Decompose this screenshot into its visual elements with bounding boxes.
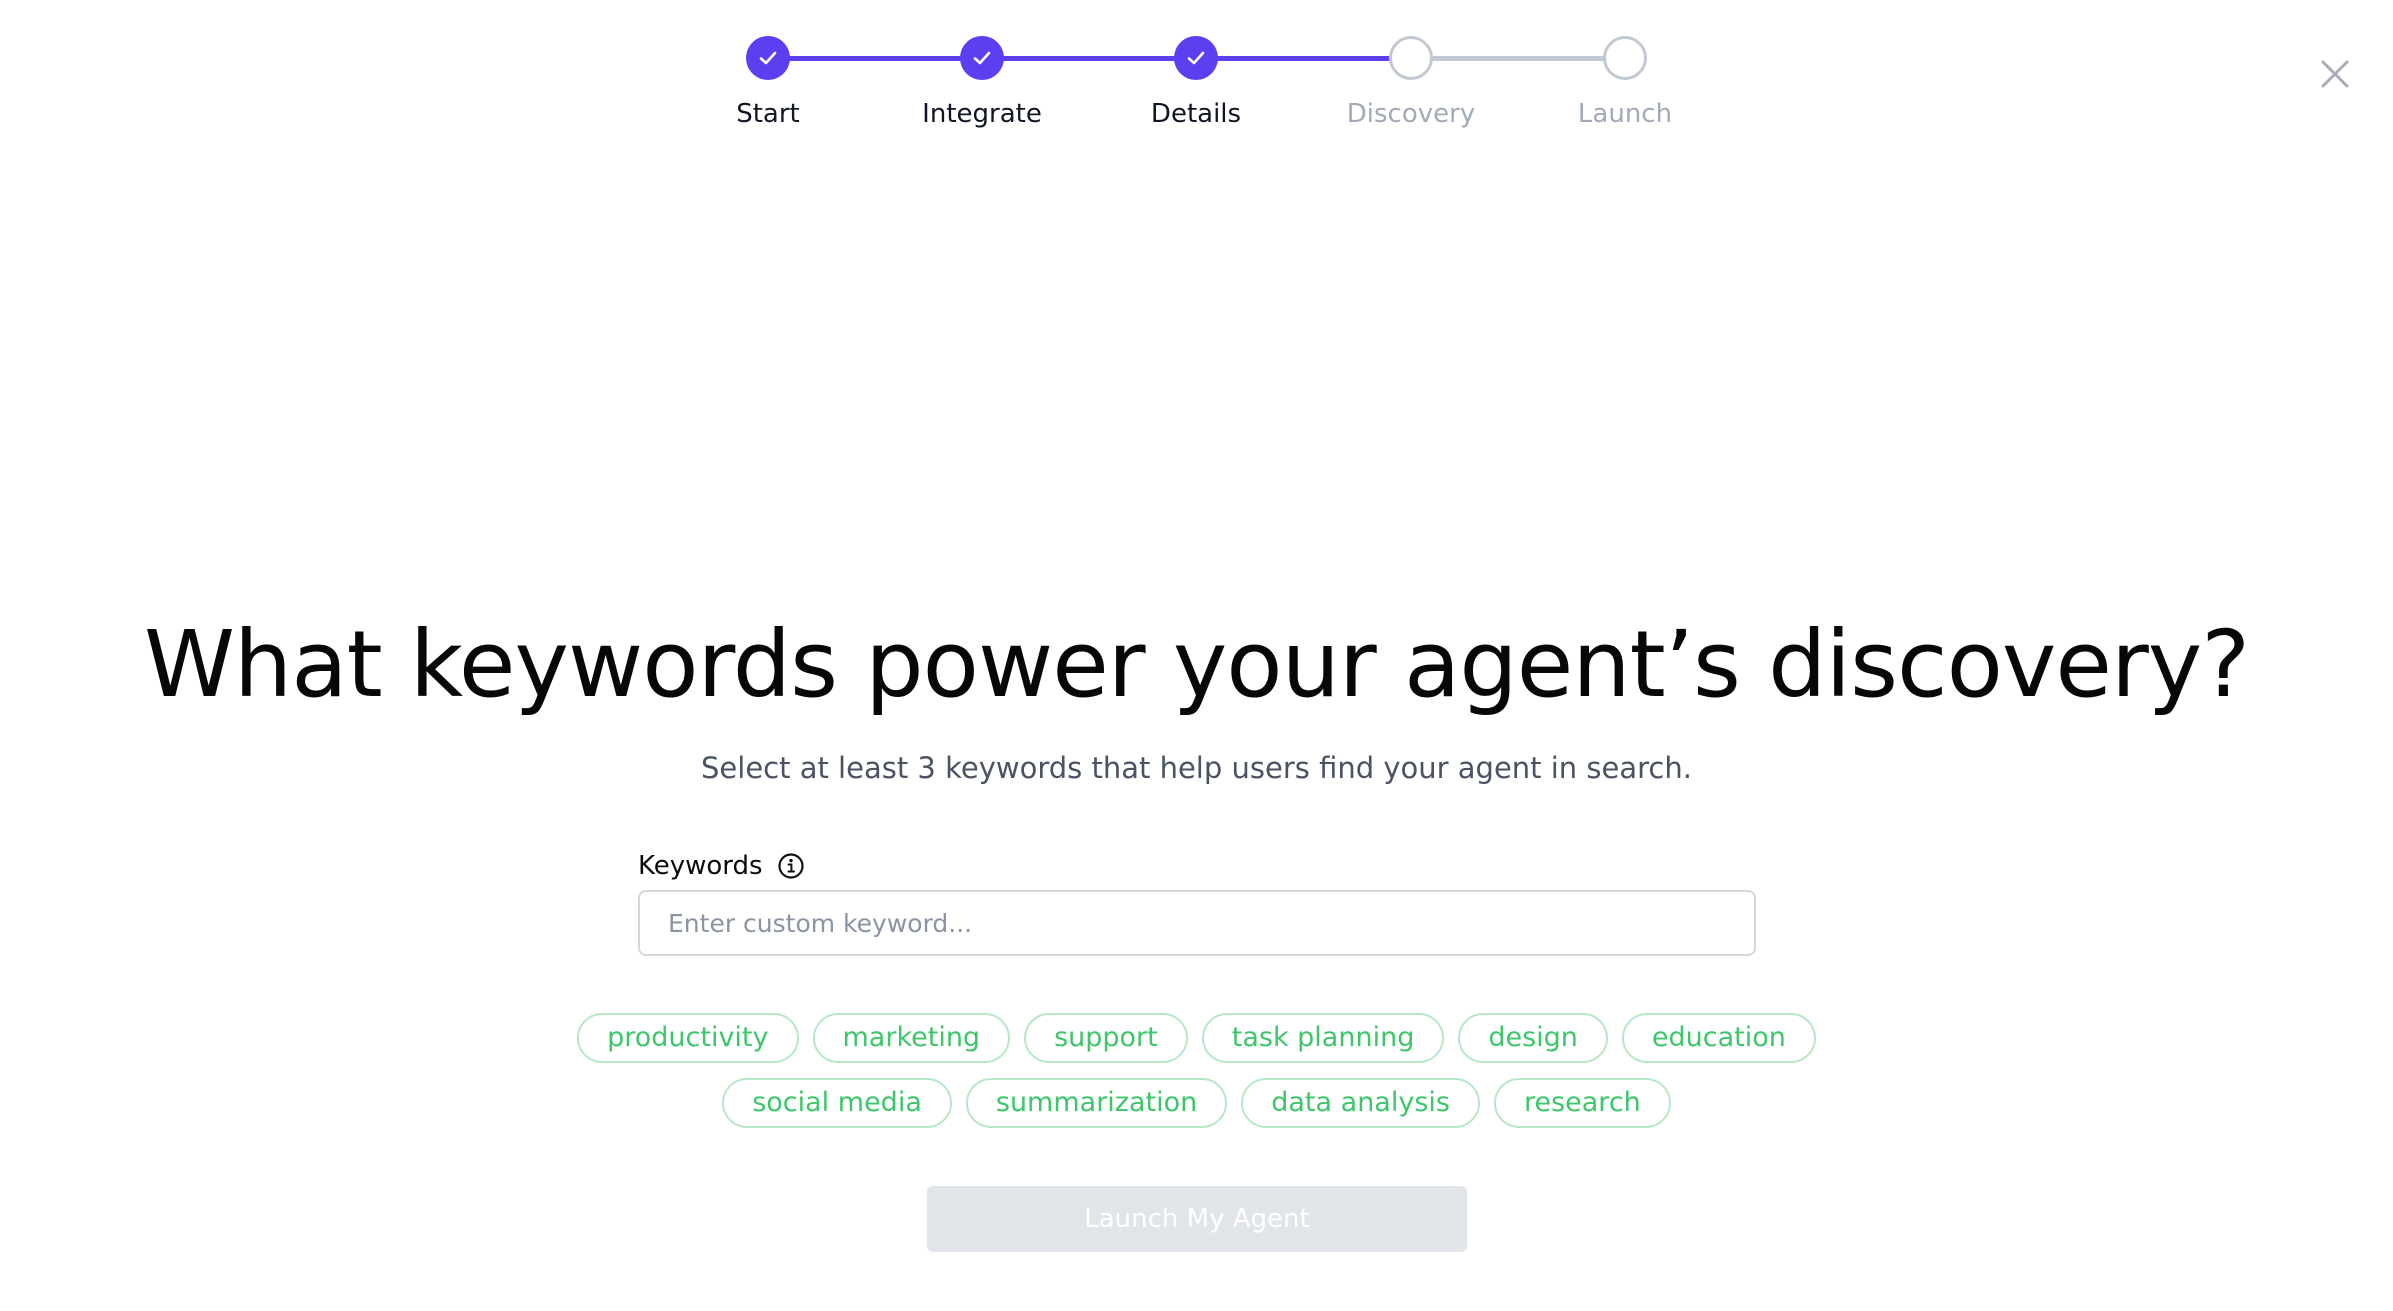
step-label: Launch <box>1577 99 1673 129</box>
page-subtitle: Select at least 3 keywords that help use… <box>701 751 1692 785</box>
step-label: Details <box>1150 99 1242 129</box>
page-title: What keywords power your agent’s discove… <box>143 611 2250 718</box>
keyword-chips-row-2: social media summarization data analysis… <box>0 1078 2393 1128</box>
keyword-chip-data-analysis[interactable]: data analysis <box>1241 1078 1480 1128</box>
keyword-chip-support[interactable]: support <box>1024 1013 1188 1063</box>
keyword-chip-design[interactable]: design <box>1458 1013 1608 1063</box>
keyword-chips-row-1: productivity marketing support task plan… <box>0 1013 2393 1063</box>
step-check-icon <box>746 36 790 80</box>
keywords-label: Keywords <box>638 851 763 881</box>
step-launch: Launch <box>1515 36 1735 130</box>
keyword-chip-task-planning[interactable]: task planning <box>1201 1013 1445 1063</box>
step-label: Discovery <box>1346 99 1476 129</box>
keyword-chip-summarization[interactable]: summarization <box>965 1078 1228 1128</box>
step-start[interactable]: Start <box>658 36 878 130</box>
step-check-icon <box>1174 36 1218 80</box>
step-label: Integrate <box>922 99 1042 129</box>
close-icon[interactable] <box>2315 54 2355 94</box>
launch-agent-button[interactable]: Launch My Agent <box>927 1186 1467 1252</box>
step-discovery: Discovery <box>1301 36 1521 130</box>
keyword-chip-research[interactable]: research <box>1493 1078 1671 1128</box>
step-details[interactable]: Details <box>1086 36 1306 130</box>
keyword-chip-education[interactable]: education <box>1621 1013 1816 1063</box>
step-check-icon <box>960 36 1004 80</box>
info-icon[interactable] <box>777 852 805 880</box>
keywords-label-row: Keywords <box>638 848 805 884</box>
progress-stepper: Start Integrate Details Discovery Launch <box>0 0 2393 140</box>
keyword-chip-productivity[interactable]: productivity <box>577 1013 799 1063</box>
step-empty-circle-icon <box>1389 36 1433 80</box>
keyword-chip-marketing[interactable]: marketing <box>812 1013 1011 1063</box>
step-label: Start <box>736 99 800 129</box>
step-empty-circle-icon <box>1603 36 1647 80</box>
keyword-chip-social-media[interactable]: social media <box>722 1078 952 1128</box>
custom-keyword-input[interactable] <box>638 890 1756 956</box>
step-integrate[interactable]: Integrate <box>872 36 1092 130</box>
